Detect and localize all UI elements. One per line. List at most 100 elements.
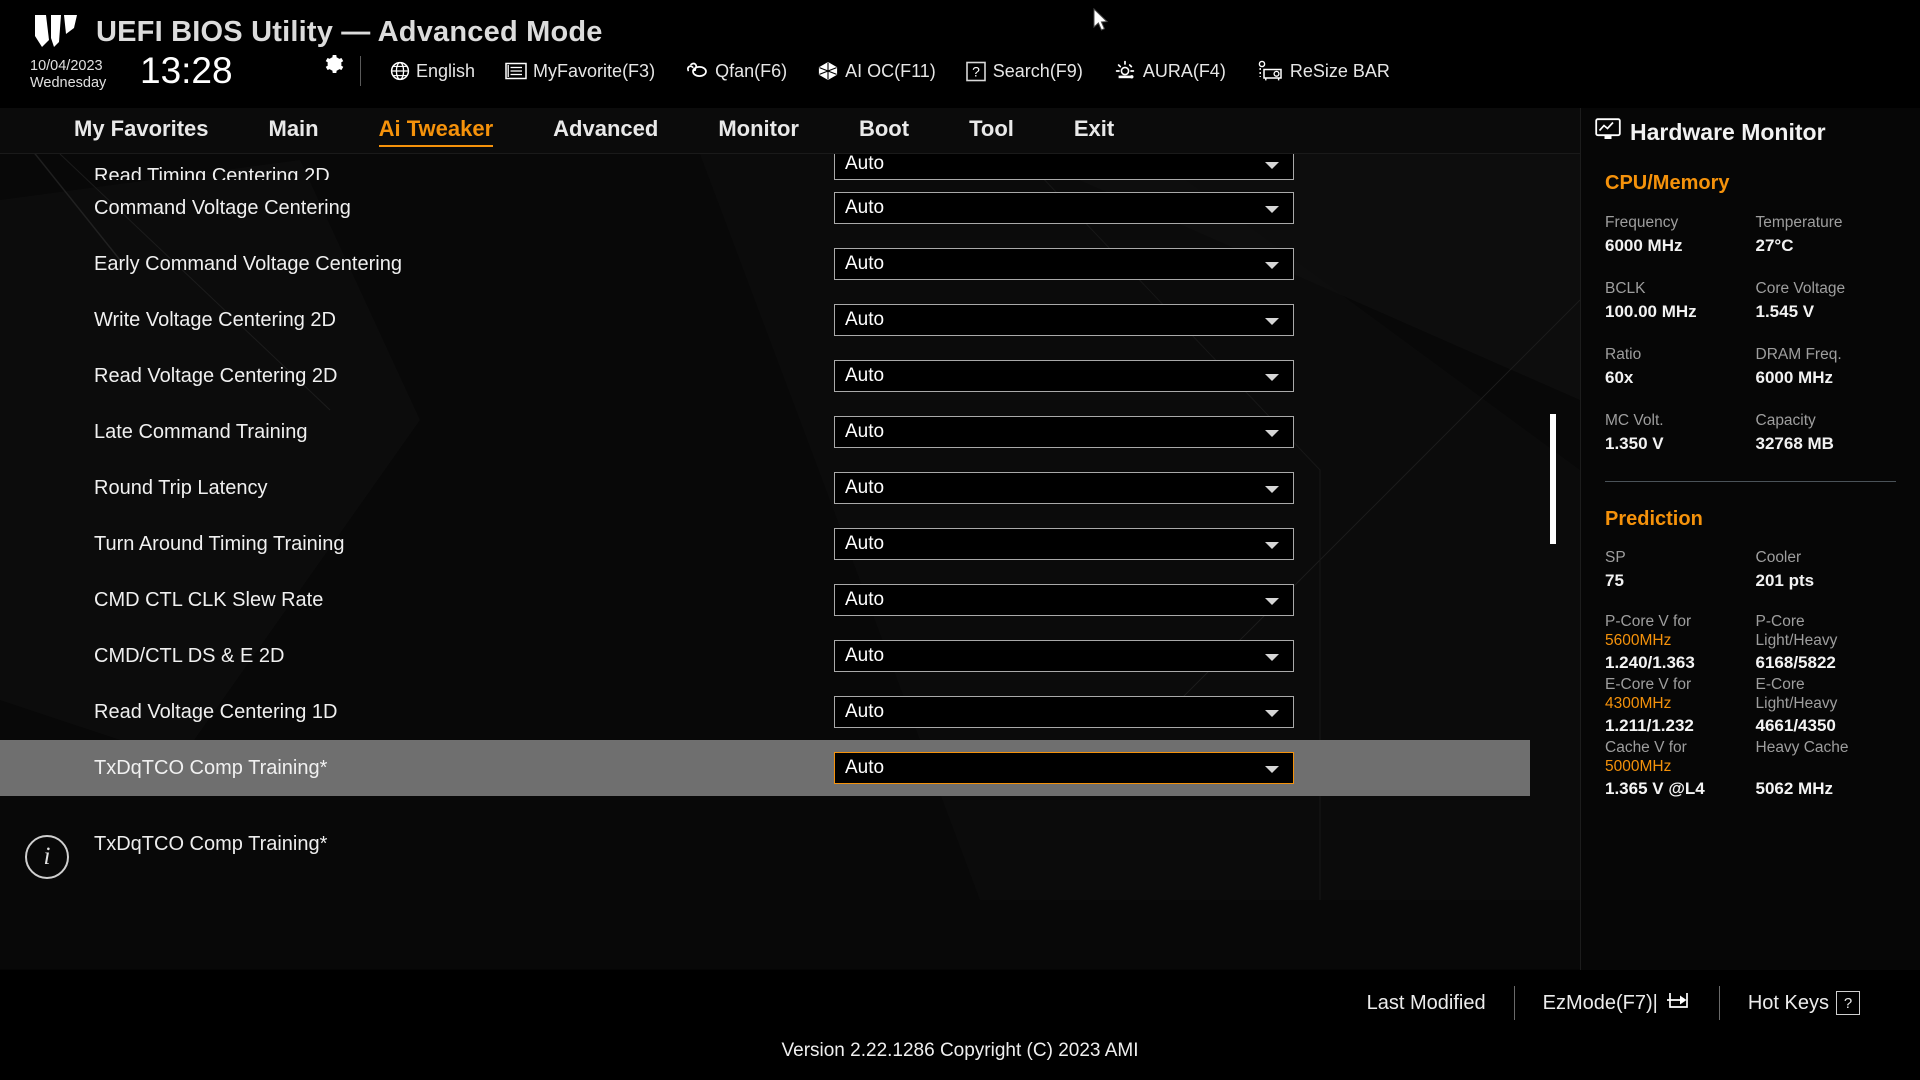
tab-label: Ai Tweaker <box>378 116 494 141</box>
chevron-down-icon <box>1265 206 1279 213</box>
aura-icon <box>1113 60 1137 82</box>
bios-screen: UEFI BIOS Utility — Advanced Mode 10/04/… <box>0 0 1920 1080</box>
scrollbar-thumb[interactable] <box>1550 414 1556 544</box>
settings-value-dropdown[interactable]: Auto <box>834 640 1294 672</box>
ezmode-button[interactable]: EzMode(F7)| <box>1515 989 1719 1017</box>
ezmode-label: EzMode(F7)| <box>1542 991 1658 1014</box>
info-icon: i <box>25 835 69 879</box>
settings-row[interactable]: Command Voltage Centering Auto <box>0 180 1530 236</box>
hw-metric-label: Temperature <box>1755 214 1843 231</box>
dropdown-value: Auto <box>845 533 885 554</box>
monitor-icon <box>1595 118 1621 146</box>
tab-tool[interactable]: Tool <box>969 116 1014 146</box>
settings-value-dropdown[interactable]: Auto <box>834 528 1294 560</box>
tab-advanced[interactable]: Advanced <box>553 116 658 146</box>
myfavorite-label: MyFavorite(F3) <box>533 60 656 81</box>
cpu-memory-section-title: CPU/Memory <box>1605 172 1730 194</box>
date-display: 10/04/2023 Wednesday <box>30 58 106 92</box>
prediction-top-values: SP 75 Cooler 201 pts <box>1605 548 1896 592</box>
settings-value-dropdown[interactable]: Auto <box>834 304 1294 336</box>
tab-main[interactable]: Main <box>269 116 319 146</box>
hw-metric: Ratio 60x <box>1605 345 1746 389</box>
settings-row-label: CMD CTL CLK Slew Rate <box>94 588 324 611</box>
nav-tabs: My Favorites Main Ai Tweaker Advanced Monito… <box>0 108 1580 154</box>
settings-row[interactable]: CMD CTL CLK Slew Rate Auto <box>0 572 1530 628</box>
hw-metric-value: 100.00 MHz <box>1605 302 1697 321</box>
hw-metric: BCLK 100.00 MHz <box>1605 279 1746 323</box>
hardware-monitor-title: Hardware Monitor <box>1595 118 1896 146</box>
tuf-gaming-logo-icon <box>33 14 79 48</box>
chevron-down-icon <box>1265 710 1279 717</box>
last-modified-button[interactable]: Last Modified <box>1339 992 1514 1015</box>
settings-row[interactable]: TxDqTCO Comp Training* Auto <box>0 740 1530 796</box>
settings-value-dropdown[interactable]: Auto <box>834 584 1294 616</box>
settings-value-dropdown[interactable]: Auto <box>834 416 1294 448</box>
prediction-core-label: E-Core V for <box>1605 676 1692 693</box>
hw-metric-label: DRAM Freq. <box>1755 346 1842 363</box>
ezmode-arrow-icon <box>1665 989 1691 1017</box>
question-key-icon: ? <box>1836 991 1860 1015</box>
settings-row-label: Turn Around Timing Training <box>94 532 345 555</box>
settings-row[interactable]: Read Voltage Centering 2D Auto <box>0 348 1530 404</box>
tab-monitor[interactable]: Monitor <box>718 116 799 146</box>
dropdown-value: Auto <box>845 197 885 218</box>
prediction-core-sublabel: 4300MHz <box>1605 695 1672 712</box>
settings-row[interactable]: CMD/CTL DS & E 2D Auto <box>0 628 1530 684</box>
header-toolbar: English MyFavorite(F3) Qfan(F6) AI OC(F1… <box>390 60 1420 82</box>
settings-row[interactable]: Late Command Training Auto <box>0 404 1530 460</box>
myfavorite-button[interactable]: MyFavorite(F3) <box>505 61 655 82</box>
gear-icon[interactable] <box>322 53 344 81</box>
chevron-down-icon <box>1265 766 1279 773</box>
chevron-down-icon <box>1265 262 1279 269</box>
chevron-down-icon <box>1265 430 1279 437</box>
qfan-label: Qfan(F6) <box>715 60 788 81</box>
aura-button[interactable]: AURA(F4) <box>1113 60 1226 82</box>
tab-boot[interactable]: Boot <box>859 116 909 146</box>
dropdown-value: Auto <box>845 365 885 386</box>
prediction-core-value: 1.240/1.363 <box>1605 653 1695 672</box>
qfan-button[interactable]: Qfan(F6) <box>685 61 787 82</box>
ai-oc-button[interactable]: AI OC(F11) <box>817 61 936 82</box>
last-modified-label: Last Modified <box>1366 991 1486 1014</box>
language-button[interactable]: English <box>390 61 475 82</box>
resize-bar-button[interactable]: ReSize BAR <box>1256 60 1390 82</box>
version-text: Version 2.22.1286 Copyright (C) 2023 AMI <box>781 1040 1139 1061</box>
dropdown-value: Auto <box>845 701 885 722</box>
settings-row[interactable]: Read Voltage Centering 1D Auto <box>0 684 1530 740</box>
qfan-icon <box>685 61 709 81</box>
hw-metric: Frequency 6000 MHz <box>1605 213 1746 257</box>
page-title: UEFI BIOS Utility — Advanced Mode <box>96 16 603 48</box>
footer-actions: Last Modified EzMode(F7)| Hot Keys ? <box>1339 986 1888 1020</box>
prediction-core-values: P-Core V for 5600MHz 1.240/1.363 P-Core Ligh… <box>1605 612 1896 801</box>
tab-ai-tweaker[interactable]: Ai Tweaker <box>378 116 494 147</box>
settings-row[interactable]: Write Voltage Centering 2D Auto <box>0 292 1530 348</box>
search-button[interactable]: ? Search(F9) <box>965 61 1083 82</box>
settings-row[interactable]: Early Command Voltage Centering Auto <box>0 236 1530 292</box>
settings-value-dropdown[interactable]: Auto <box>834 192 1294 224</box>
hw-metric-label: Core Voltage <box>1755 280 1846 297</box>
settings-value-dropdown[interactable]: Auto <box>834 752 1294 784</box>
tab-my-favorites[interactable]: My Favorites <box>74 116 209 146</box>
tab-exit[interactable]: Exit <box>1074 116 1114 146</box>
ai-oc-icon <box>817 61 839 81</box>
clock-display: 13:28 <box>140 50 233 91</box>
prediction-core-metric: E-Core Light/Heavy 4661/4350 <box>1756 675 1897 738</box>
settings-row-label: Read Timing Centering 2D <box>94 165 330 180</box>
settings-row[interactable]: Round Trip Latency Auto <box>0 460 1530 516</box>
settings-value-dropdown[interactable]: Auto <box>834 696 1294 728</box>
prediction-metric: Cooler 201 pts <box>1756 548 1897 592</box>
settings-value-dropdown[interactable]: Auto <box>834 360 1294 392</box>
settings-row-label: Write Voltage Centering 2D <box>94 308 336 331</box>
prediction-core-metric: Cache V for 5000MHz 1.365 V @L4 <box>1605 738 1746 801</box>
settings-value-dropdown[interactable]: Auto <box>834 472 1294 504</box>
settings-value-dropdown[interactable]: Auto <box>834 154 1294 180</box>
date-value: 10/04/2023 <box>30 58 103 74</box>
prediction-core-label: Cache V for <box>1605 739 1687 756</box>
settings-value-dropdown[interactable]: Auto <box>834 248 1294 280</box>
resize-bar-icon <box>1256 60 1284 82</box>
settings-row[interactable]: Turn Around Timing Training Auto <box>0 516 1530 572</box>
hw-metric-value: 32768 MB <box>1755 434 1834 453</box>
settings-row[interactable]: Read Timing Centering 2D Auto <box>0 154 1530 180</box>
hot-keys-button[interactable]: Hot Keys ? <box>1720 991 1888 1015</box>
settings-scrollbar[interactable] <box>1549 154 1557 814</box>
